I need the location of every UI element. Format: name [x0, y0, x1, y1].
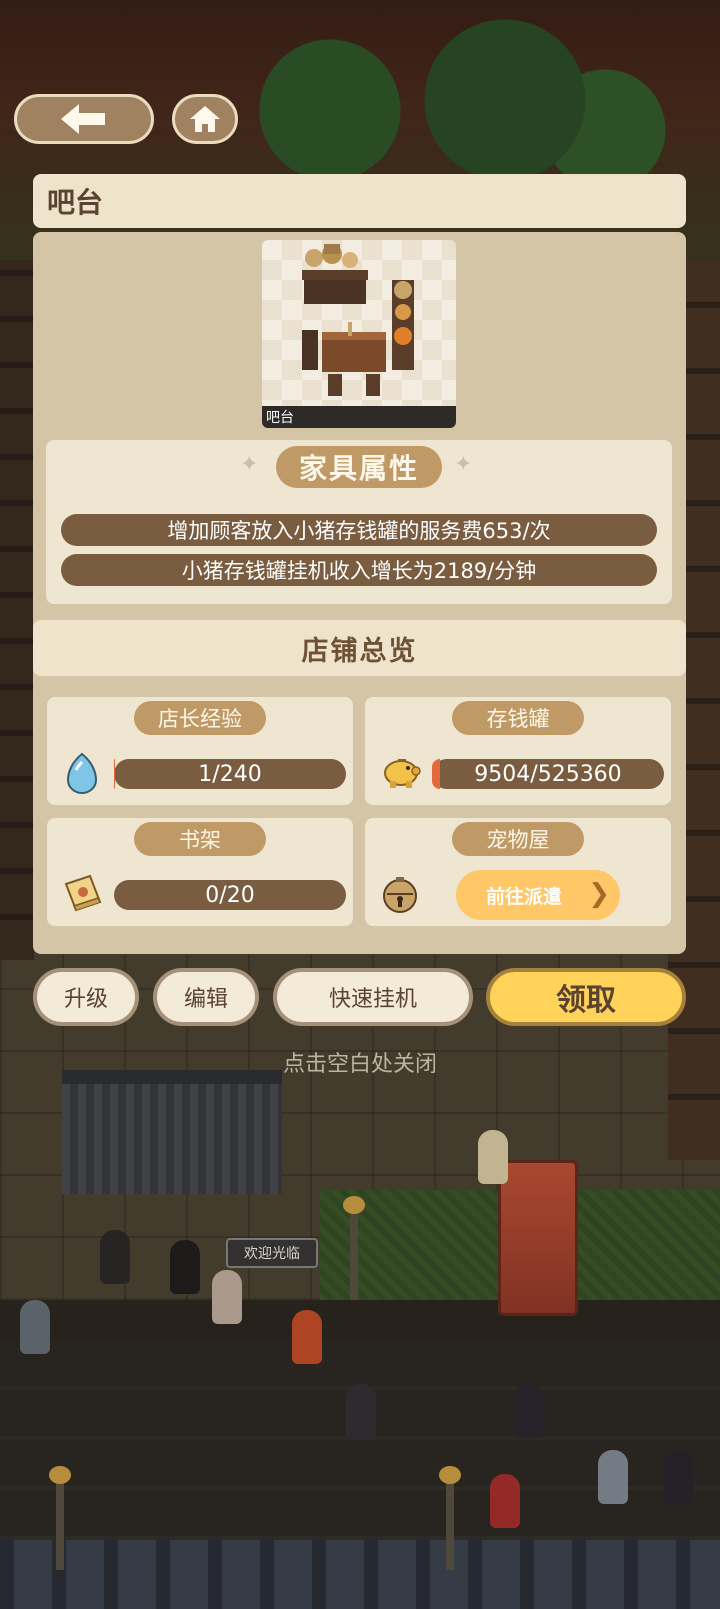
piggy-bank-bar: 9504/525360: [432, 759, 664, 789]
back-button[interactable]: [14, 94, 154, 144]
attribute-row: 小猪存钱罐挂机收入增长为2189/分钟: [61, 554, 657, 586]
quick-idle-button[interactable]: 快速挂机: [273, 968, 473, 1026]
crystal-drop-icon: [64, 752, 100, 794]
edit-button[interactable]: 编辑: [153, 968, 259, 1026]
sparkle-icon: ✦: [240, 452, 259, 477]
bookshelf-tag: 书架: [134, 822, 266, 856]
sparkle-icon: ✦: [454, 452, 473, 477]
manager-exp-tag: 店长经验: [134, 701, 266, 735]
dispatch-button[interactable]: 前往派遣 ❯: [456, 870, 620, 920]
arrow-left-icon: [61, 104, 105, 134]
home-button[interactable]: [172, 94, 238, 144]
overview-title: 店铺总览: [33, 620, 686, 676]
attribute-row: 增加顾客放入小猪存钱罐的服务费653/次: [61, 514, 657, 546]
bar-counter-image: [302, 244, 414, 396]
book-icon: [60, 872, 104, 914]
chevron-right-icon: ❯: [588, 879, 610, 909]
manager-exp-value: 1/240: [198, 761, 262, 787]
manager-exp-fill: [114, 759, 115, 789]
thumbnail-caption: 吧台: [262, 406, 456, 428]
close-hint: 点击空白处关闭: [282, 1052, 437, 1077]
piggy-bank-icon: [380, 752, 422, 792]
furniture-thumbnail: 吧台: [262, 240, 456, 428]
bookshelf-value: 0/20: [205, 882, 255, 908]
attributes-title: 家具属性: [276, 446, 442, 488]
upgrade-button[interactable]: 升级: [33, 968, 139, 1026]
piggy-bank-fill: [432, 759, 440, 789]
manager-exp-bar: 1/240: [114, 759, 346, 789]
claim-button[interactable]: 领取: [486, 968, 686, 1026]
piggy-bank-tag: 存钱罐: [452, 701, 584, 735]
furniture-title: 吧台: [33, 174, 686, 228]
home-icon: [190, 106, 220, 132]
dispatch-label: 前往派遣: [486, 885, 563, 908]
bookshelf-bar: 0/20: [114, 880, 346, 910]
pet-house-tag: 宠物屋: [452, 822, 584, 856]
bell-icon: [380, 874, 420, 916]
piggy-bank-value: 9504/525360: [474, 761, 622, 787]
